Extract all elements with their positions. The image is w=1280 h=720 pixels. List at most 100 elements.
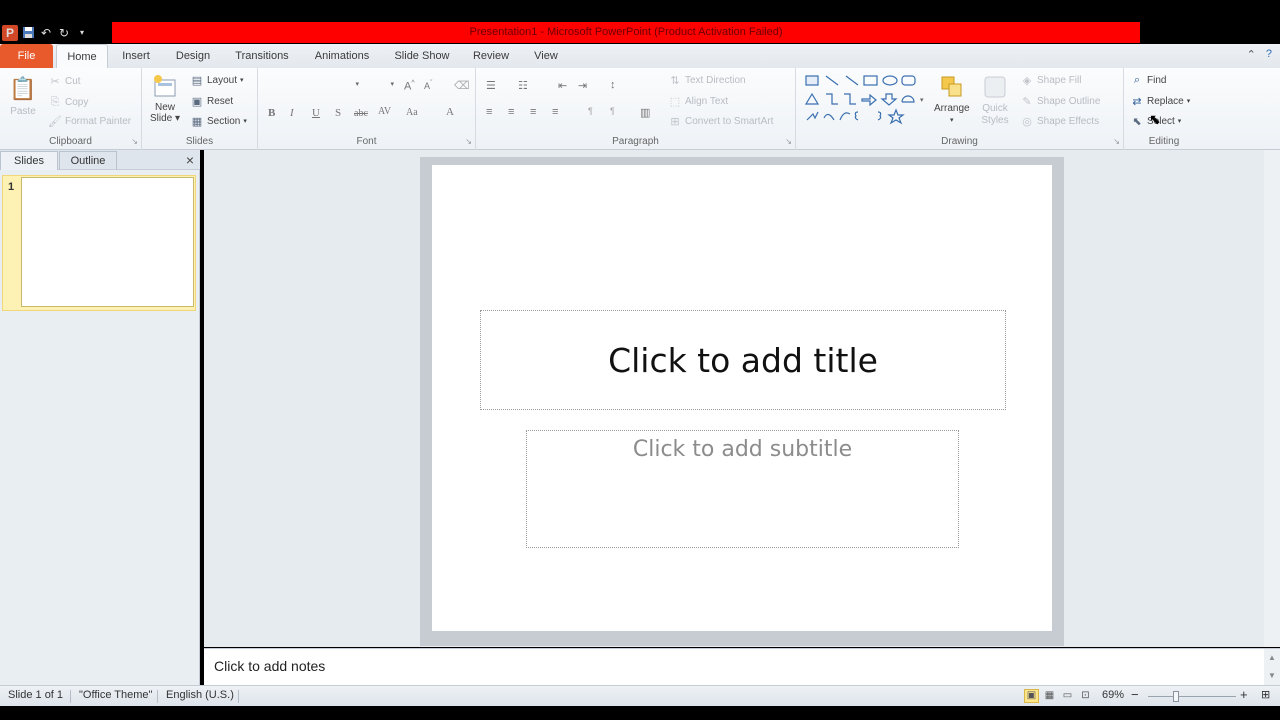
help-icon[interactable]: ? — [1266, 48, 1272, 61]
paste-button[interactable]: 📋 Paste — [8, 74, 38, 117]
scroll-up-icon[interactable]: ▲ — [1264, 649, 1280, 667]
tab-view[interactable]: View — [528, 44, 564, 68]
tab-slides[interactable]: Slides — [0, 151, 58, 170]
shape-fill-button[interactable]: ◈ Shape Fill — [1020, 73, 1082, 87]
vertical-scrollbar[interactable] — [1264, 150, 1280, 647]
ltr-icon[interactable]: ¶ — [588, 106, 593, 116]
bullets-icon[interactable]: ☰ — [486, 79, 496, 92]
numbering-icon[interactable]: ☷ — [518, 79, 528, 92]
align-text-button[interactable]: ⬚ Align Text — [668, 94, 728, 108]
section-button[interactable]: ▦ Section ▾ — [190, 114, 247, 128]
convert-smartart-button[interactable]: ⊞ Convert to SmartArt — [668, 114, 773, 128]
customize-qat-icon[interactable]: ▾ — [74, 25, 90, 41]
justify-icon[interactable]: ≡ — [552, 106, 558, 118]
line-spacing-icon[interactable]: ↕ — [610, 79, 616, 91]
change-case-button[interactable]: Aa — [406, 107, 418, 118]
quick-styles-button[interactable]: Quick Styles — [980, 72, 1010, 126]
tab-home[interactable]: Home — [56, 44, 108, 68]
font-size-dropdown[interactable]: ▾ — [366, 80, 396, 96]
cut-button[interactable]: ✂ Cut — [48, 74, 80, 88]
align-center-icon[interactable]: ≡ — [508, 106, 514, 118]
subtitle-placeholder[interactable]: Click to add subtitle — [526, 430, 959, 548]
shrink-font-icon[interactable]: Aˇ — [424, 80, 432, 91]
notes-scrollbar[interactable]: ▲ ▼ — [1264, 649, 1280, 686]
window-title: Presentation1 - Microsoft PowerPoint (Pr… — [112, 22, 1140, 43]
decrease-indent-icon[interactable]: ⇤ — [558, 79, 567, 92]
dialog-launcher-icon[interactable]: ↘ — [131, 137, 138, 146]
align-right-icon[interactable]: ≡ — [530, 106, 536, 118]
ribbon-tabs: File Home Insert Design Transitions Anim… — [0, 44, 1280, 68]
font-color-button[interactable]: A — [446, 106, 454, 118]
paintbrush-icon: 🖌 — [48, 115, 62, 128]
divider — [238, 690, 239, 703]
shape-effects-button[interactable]: ◎ Shape Effects — [1020, 114, 1099, 128]
italic-button[interactable]: I — [290, 107, 294, 119]
reading-view-icon[interactable]: ▭ — [1060, 689, 1075, 703]
tab-transitions[interactable]: Transitions — [230, 44, 294, 68]
strikethrough-button[interactable]: abc — [354, 108, 368, 119]
notes-placeholder[interactable]: Click to add notes — [214, 658, 325, 674]
columns-icon[interactable]: ▥ — [640, 106, 650, 119]
text-direction-button[interactable]: ⇅ Text Direction — [668, 73, 745, 87]
underline-button[interactable]: U — [312, 107, 320, 119]
new-slide-button[interactable]: New Slide ▾ — [150, 72, 180, 124]
theme-name[interactable]: "Office Theme" — [79, 689, 152, 701]
shape-outline-button[interactable]: ✎ Shape Outline — [1020, 94, 1100, 108]
format-painter-button[interactable]: 🖌 Format Painter — [48, 114, 131, 128]
bold-button[interactable]: B — [268, 107, 275, 119]
chevron-down-icon: ▾ — [390, 81, 394, 88]
replace-button[interactable]: ⇄ Replace ▾ — [1130, 94, 1190, 108]
reset-button[interactable]: ▣ Reset — [190, 94, 233, 108]
tab-animations[interactable]: Animations — [310, 44, 374, 68]
copy-button[interactable]: ⎘ Copy — [48, 95, 89, 109]
zoom-out-icon[interactable]: − — [1131, 687, 1139, 702]
tab-file[interactable]: File — [0, 44, 53, 68]
dialog-launcher-icon[interactable]: ↘ — [785, 137, 792, 146]
rtl-icon[interactable]: ¶ — [610, 106, 615, 116]
redo-icon[interactable]: ↻ — [56, 25, 72, 41]
slides-panel: Slides Outline × 1 — [0, 150, 200, 685]
editing-group: ⌕ Find ⇄ Replace ▾ ⬉ Select ▾ Editing — [1124, 68, 1204, 150]
minimize-ribbon-icon[interactable]: ⌃ — [1247, 48, 1256, 61]
tab-design[interactable]: Design — [170, 44, 216, 68]
zoom-slider-track[interactable] — [1148, 696, 1236, 697]
zoom-in-icon[interactable]: + — [1240, 687, 1248, 702]
align-left-icon[interactable]: ≡ — [486, 106, 492, 118]
tab-review[interactable]: Review — [470, 44, 512, 68]
dialog-launcher-icon[interactable]: ↘ — [465, 137, 472, 146]
tab-insert[interactable]: Insert — [116, 44, 156, 68]
layout-button[interactable]: ▤ Layout ▾ — [190, 73, 244, 87]
font-group-label: Font — [356, 136, 377, 147]
shapes-gallery[interactable] — [804, 74, 924, 128]
tab-outline[interactable]: Outline — [59, 151, 117, 170]
powerpoint-logo-icon[interactable]: P — [2, 24, 18, 41]
normal-view-icon[interactable]: ▣ — [1024, 689, 1039, 703]
save-icon[interactable] — [20, 25, 36, 41]
undo-icon[interactable]: ↶ — [38, 25, 54, 41]
grow-font-icon[interactable]: A^ — [404, 80, 415, 93]
slideshow-view-icon[interactable]: ⊡ — [1078, 689, 1093, 703]
font-name-dropdown[interactable]: ▾ — [266, 80, 361, 96]
slide-thumbnail[interactable] — [21, 177, 194, 307]
zoom-slider-thumb[interactable] — [1173, 691, 1179, 702]
language[interactable]: English (U.S.) — [166, 689, 234, 701]
clear-formatting-icon[interactable]: ⌫ — [454, 79, 470, 92]
increase-indent-icon[interactable]: ⇥ — [578, 79, 587, 92]
align-text-icon: ⬚ — [669, 95, 681, 108]
title-placeholder[interactable]: Click to add title — [480, 310, 1006, 410]
scroll-down-icon[interactable]: ▼ — [1264, 667, 1280, 685]
quick-styles-icon — [980, 72, 1010, 102]
text-shadow-button[interactable]: S — [335, 107, 341, 119]
fit-to-window-icon[interactable]: ⊞ — [1261, 688, 1270, 701]
arrange-button[interactable]: Arrange ▾ — [934, 72, 970, 126]
character-spacing-button[interactable]: AV — [378, 106, 391, 117]
find-button[interactable]: ⌕ Find — [1130, 73, 1167, 87]
shapes-more-icon[interactable]: ▾ — [920, 96, 924, 104]
dialog-launcher-icon[interactable]: ↘ — [1113, 137, 1120, 146]
notes-pane[interactable]: Click to add notes ▲ ▼ — [204, 648, 1280, 686]
tab-slide-show[interactable]: Slide Show — [390, 44, 454, 68]
slide-count: Slide 1 of 1 — [8, 689, 64, 701]
close-icon[interactable]: × — [186, 152, 194, 168]
slide-sorter-view-icon[interactable]: ▦ — [1042, 689, 1057, 703]
zoom-level[interactable]: 69% — [1102, 689, 1124, 701]
